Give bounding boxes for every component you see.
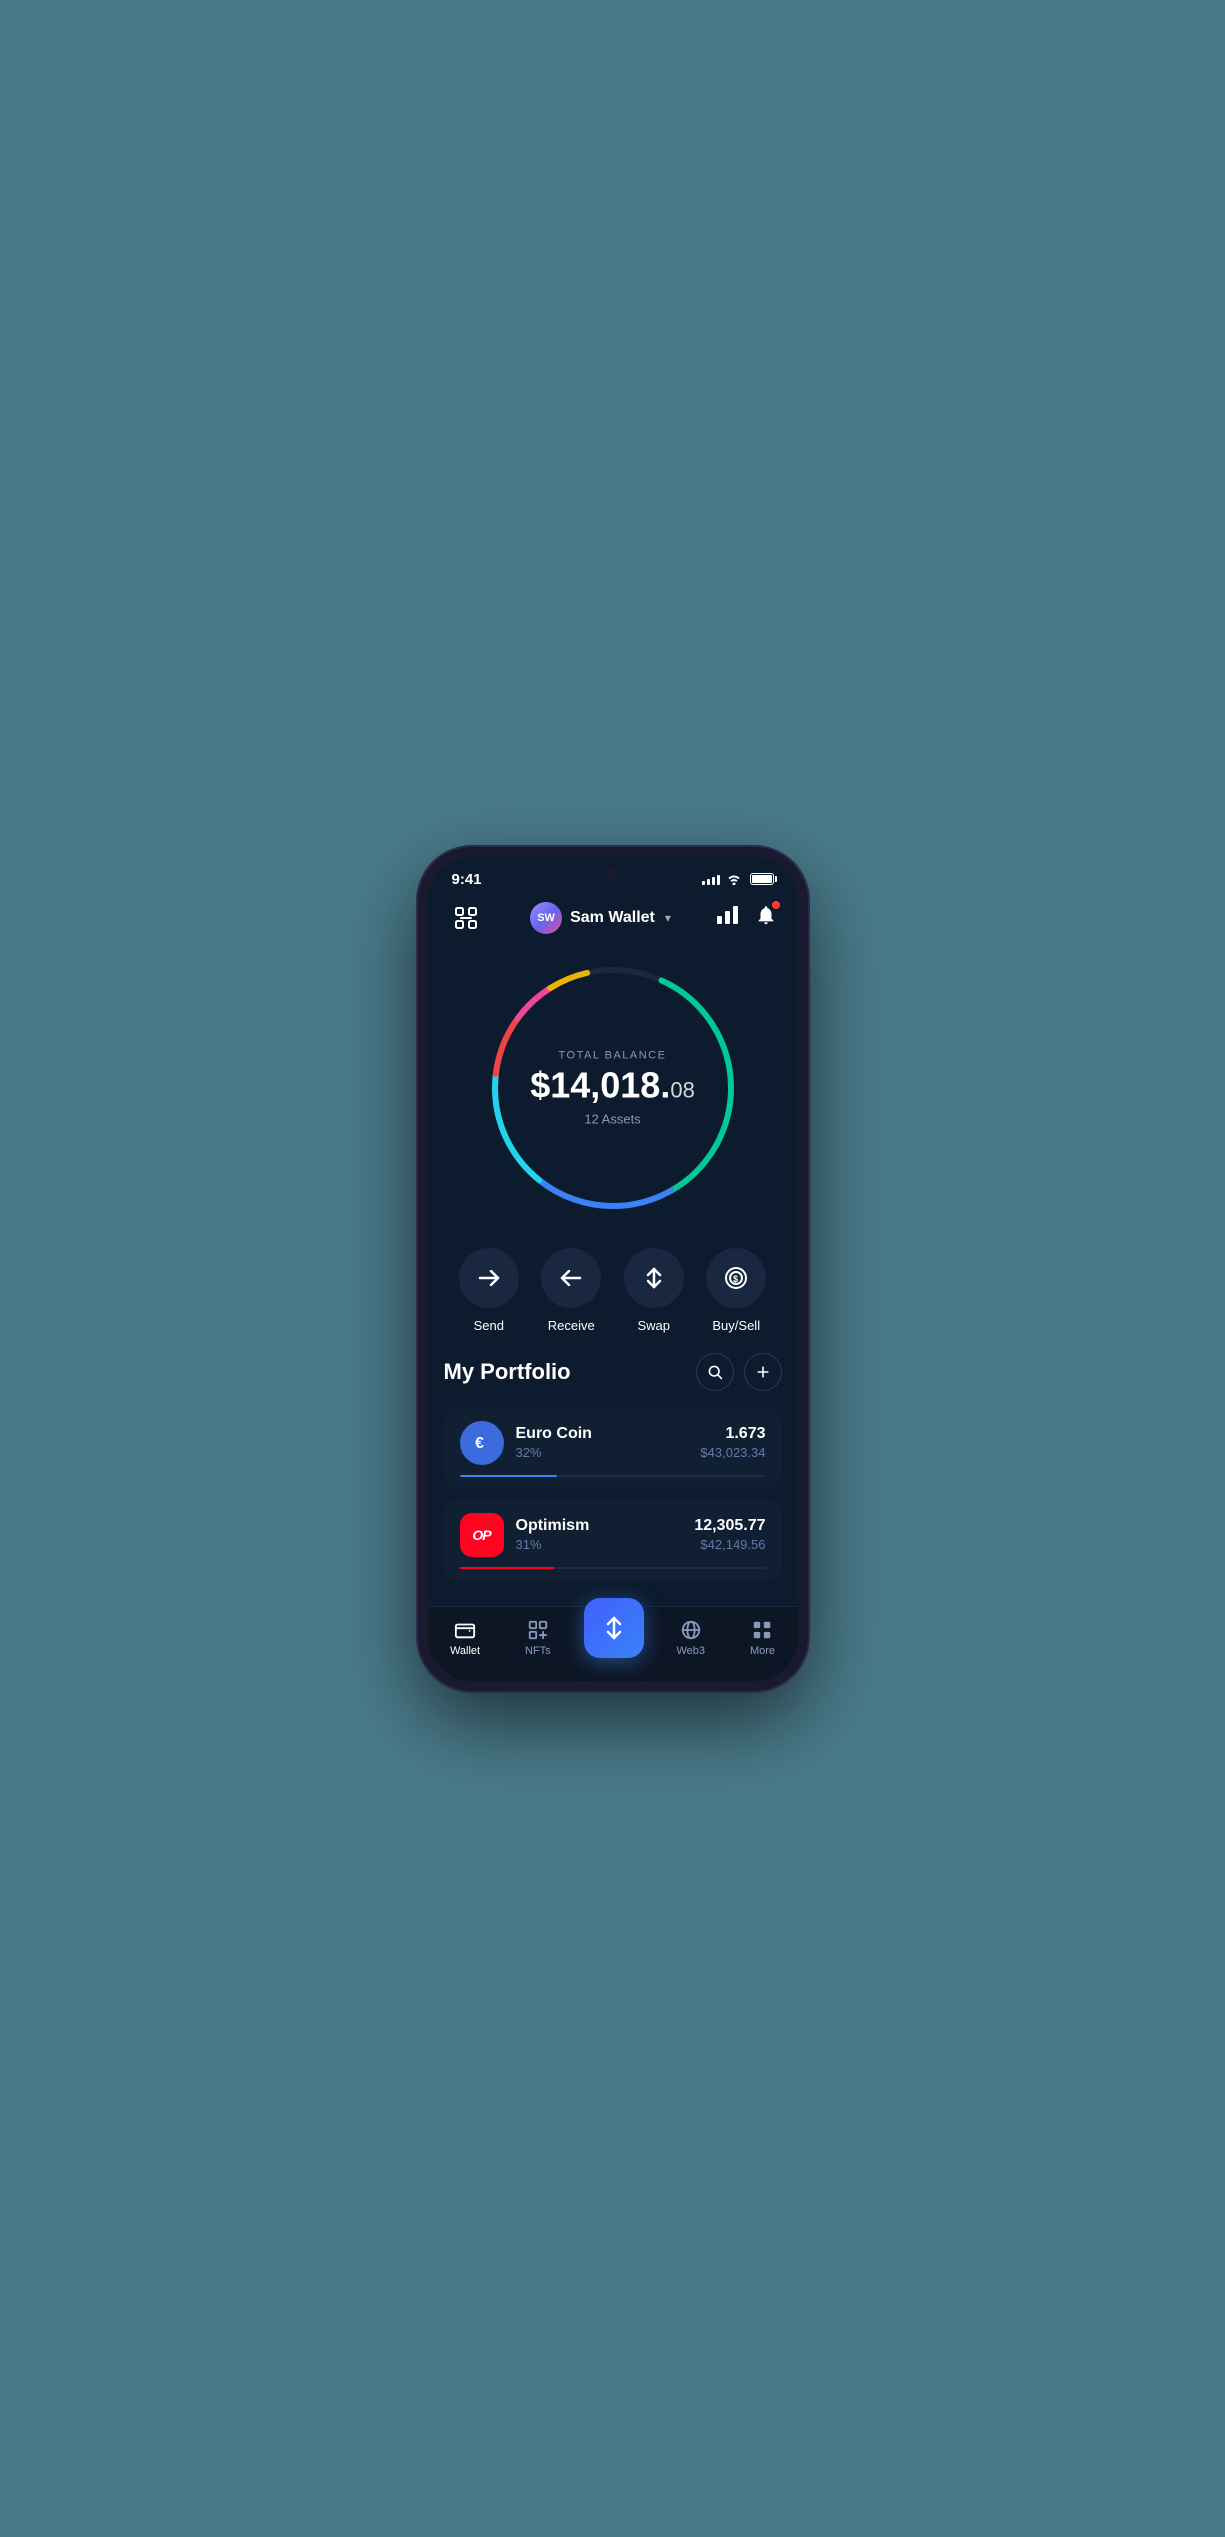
notification-badge: [771, 900, 781, 910]
optimism-icon: OP: [460, 1513, 504, 1557]
optimism-progress-bar: [460, 1567, 766, 1569]
balance-label: TOTAL BALANCE: [530, 1049, 695, 1061]
nav-item-wallet[interactable]: Wallet: [438, 1615, 492, 1661]
nav-item-nfts[interactable]: NFTs: [513, 1615, 563, 1661]
nav-label-web3: Web3: [677, 1645, 706, 1657]
header: SW Sam Wallet ▾: [428, 892, 798, 948]
portfolio-add-button[interactable]: [744, 1353, 782, 1391]
swap-action[interactable]: Swap: [624, 1248, 684, 1333]
send-action[interactable]: Send: [459, 1248, 519, 1333]
swap-center-icon: [601, 1615, 627, 1641]
eurocoin-pct: 32%: [516, 1445, 592, 1460]
eurocoin-icon: €: [460, 1421, 504, 1465]
optimism-amount: 12,305.77: [694, 1517, 765, 1535]
optimism-name: Optimism: [516, 1517, 590, 1535]
asset-card-eurocoin[interactable]: € Euro Coin 32% 1.673 $43,023.34: [444, 1407, 782, 1489]
signal-icon: [702, 873, 720, 885]
nav-item-more[interactable]: More: [738, 1615, 787, 1661]
asset-list: € Euro Coin 32% 1.673 $43,023.34: [444, 1407, 782, 1606]
portfolio-section: My Portfolio: [428, 1353, 798, 1606]
send-button[interactable]: [459, 1248, 519, 1308]
wifi-icon: [726, 873, 742, 885]
header-right: [717, 904, 777, 931]
portfolio-search-button[interactable]: [696, 1353, 734, 1391]
status-time: 9:41: [452, 871, 482, 888]
receive-label: Receive: [548, 1318, 595, 1333]
portfolio-header: My Portfolio: [444, 1353, 782, 1391]
balance-area: TOTAL BALANCE $14,018.08 12 Assets: [428, 948, 798, 1238]
svg-text:$: $: [733, 1274, 738, 1284]
eurocoin-name: Euro Coin: [516, 1425, 592, 1443]
chart-icon[interactable]: [717, 906, 739, 929]
receive-button[interactable]: [541, 1248, 601, 1308]
svg-text:€: €: [475, 1435, 484, 1452]
scan-icon[interactable]: [448, 900, 484, 936]
notch-camera: [607, 867, 619, 879]
receive-action[interactable]: Receive: [541, 1248, 601, 1333]
optimism-pct: 31%: [516, 1537, 590, 1552]
status-icons: [702, 873, 774, 885]
balance-cents: 08: [670, 1077, 694, 1102]
nav-label-nfts: NFTs: [525, 1645, 551, 1657]
send-label: Send: [474, 1318, 504, 1333]
chevron-down-icon: ▾: [665, 911, 671, 925]
buysell-button[interactable]: $: [706, 1248, 766, 1308]
notification-bell[interactable]: [755, 904, 777, 931]
wallet-icon: [454, 1619, 476, 1641]
eurocoin-amount: 1.673: [700, 1425, 765, 1443]
action-buttons: Send Receive: [428, 1238, 798, 1353]
portfolio-actions: [696, 1353, 782, 1391]
optimism-value: $42,149.56: [694, 1537, 765, 1552]
nav-label-more: More: [750, 1645, 775, 1657]
balance-main: $14,018.: [530, 1064, 670, 1105]
eurocoin-progress-fill: [460, 1475, 558, 1477]
eurocoin-progress-bar: [460, 1475, 766, 1477]
eurocoin-value: $43,023.34: [700, 1445, 765, 1460]
buysell-label: Buy/Sell: [712, 1318, 760, 1333]
screen: 9:41: [428, 857, 798, 1681]
balance-amount: $14,018.08: [530, 1067, 695, 1103]
nav-item-web3[interactable]: Web3: [665, 1615, 718, 1661]
header-left: [448, 900, 484, 936]
avatar: SW: [530, 902, 562, 934]
bottom-nav: Wallet NFTs: [428, 1606, 798, 1681]
swap-button[interactable]: [624, 1248, 684, 1308]
portfolio-title: My Portfolio: [444, 1359, 571, 1385]
asset-card-optimism[interactable]: OP Optimism 31% 12,305.77 $42,149.56: [444, 1499, 782, 1581]
balance-circle: TOTAL BALANCE $14,018.08 12 Assets: [483, 958, 743, 1218]
battery-icon: [750, 873, 774, 885]
wallet-name: Sam Wallet: [570, 909, 655, 927]
phone-frame: 9:41: [418, 847, 808, 1691]
nav-label-wallet: Wallet: [450, 1645, 480, 1657]
balance-info: TOTAL BALANCE $14,018.08 12 Assets: [530, 1049, 695, 1126]
nav-center-button[interactable]: [584, 1598, 644, 1658]
web3-icon: [680, 1619, 702, 1641]
nfts-icon: [527, 1619, 549, 1641]
swap-label: Swap: [637, 1318, 670, 1333]
wallet-selector[interactable]: SW Sam Wallet ▾: [530, 902, 671, 934]
optimism-progress-fill: [460, 1567, 555, 1569]
balance-assets: 12 Assets: [530, 1111, 695, 1126]
buysell-action[interactable]: $ Buy/Sell: [706, 1248, 766, 1333]
more-icon: [751, 1619, 773, 1641]
